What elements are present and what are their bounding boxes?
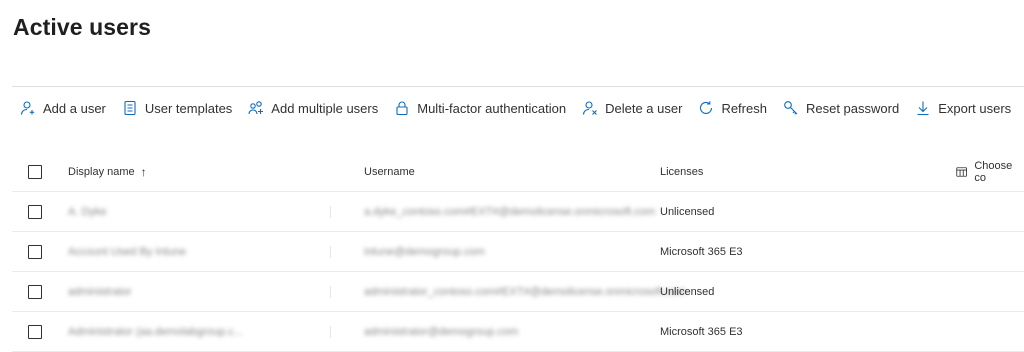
display-name[interactable]: Account Used By Intune — [68, 246, 186, 258]
row-checkbox[interactable] — [28, 204, 42, 219]
choose-columns-label: Choose co — [974, 159, 1013, 184]
more-options-button[interactable]: ··· — [1019, 100, 1024, 117]
users-table: Display name ↑ Username Licenses Choose … — [12, 152, 1024, 352]
table-row[interactable]: Account Used By Intune intune@demogroup.… — [12, 232, 1024, 272]
add-user-label: Add a user — [43, 100, 106, 116]
export-users-button[interactable]: Export users — [907, 92, 1019, 124]
refresh-button[interactable]: Refresh — [690, 92, 775, 124]
licenses-cell: Microsoft 365 E3 — [660, 312, 743, 351]
username: intune@demogroup.com — [364, 245, 485, 258]
license-value: Unlicensed — [660, 205, 715, 218]
display-name[interactable]: A. Dyke — [68, 206, 107, 218]
choose-columns-button[interactable]: Choose co — [956, 152, 1024, 191]
page-title: Active users — [13, 14, 151, 40]
add-user-icon — [20, 101, 35, 115]
reset-password-label: Reset password — [805, 100, 900, 116]
licenses-cell: Microsoft 365 E3 — [660, 232, 743, 271]
table-header-row: Display name ↑ Username Licenses Choose … — [12, 152, 1024, 192]
username-cell: administrator@demogroup.com — [364, 312, 518, 351]
table-row[interactable]: administrator administrator_contoso.com#… — [12, 272, 1024, 312]
refresh-icon — [700, 101, 713, 114]
multi-factor-authentication-label: Multi-factor authentication — [417, 100, 567, 116]
select-all-cell — [28, 152, 42, 191]
add-multiple-users-icon — [248, 101, 264, 115]
download-icon — [917, 101, 929, 116]
username-cell: a.dyke_contoso.com#EXT#@demolicense.onmi… — [364, 192, 655, 231]
reset-password-button[interactable]: Reset password — [775, 92, 907, 124]
delete-user-button[interactable]: Delete a user — [574, 92, 690, 124]
row-checkbox[interactable] — [28, 324, 42, 339]
row-checkbox[interactable] — [28, 244, 42, 259]
user-templates-button[interactable]: User templates — [114, 92, 240, 124]
username: administrator_contoso.com#EXT#@demolicen… — [364, 285, 687, 298]
multi-factor-authentication-button[interactable]: Multi-factor authentication — [386, 92, 574, 124]
licenses-cell: Unlicensed — [660, 272, 714, 311]
username-cell: administrator_contoso.com#EXT#@demolicen… — [364, 272, 686, 311]
column-separator — [330, 286, 331, 298]
delete-user-label: Delete a user — [605, 100, 683, 116]
column-separator — [330, 326, 331, 338]
toolbar-divider — [12, 86, 1024, 87]
table-row[interactable]: Administrator (aa.demolabgroup.c... admi… — [12, 312, 1024, 352]
key-icon — [784, 101, 798, 115]
license-value: Microsoft 365 E3 — [660, 245, 743, 258]
license-value: Unlicensed — [660, 285, 715, 298]
add-user-button[interactable]: Add a user — [12, 92, 114, 124]
template-icon — [124, 100, 136, 116]
command-toolbar: Add a user User templates Add multiple u… — [12, 88, 1024, 128]
column-separator — [330, 206, 331, 218]
licenses-cell: Unlicensed — [660, 192, 714, 231]
export-users-label: Export users — [938, 100, 1012, 116]
username-header-label: Username — [364, 165, 415, 178]
display-name[interactable]: administrator — [68, 286, 132, 298]
licenses-header-label: Licenses — [660, 165, 704, 178]
delete-user-icon — [583, 101, 597, 115]
add-multiple-users-label: Add multiple users — [271, 100, 379, 116]
display-name-header-label: Display name — [68, 165, 135, 178]
display-name-cell[interactable]: Administrator (aa.demolabgroup.c... — [68, 312, 243, 351]
display-name[interactable]: Administrator (aa.demolabgroup.c... — [68, 326, 243, 338]
display-name-cell[interactable]: A. Dyke — [68, 192, 107, 231]
username: administrator@demogroup.com — [364, 325, 519, 338]
column-header-licenses[interactable]: Licenses — [660, 152, 703, 191]
column-header-display-name[interactable]: Display name ↑ — [68, 152, 147, 191]
license-value: Microsoft 365 E3 — [660, 325, 743, 338]
display-name-cell[interactable]: Account Used By Intune — [68, 232, 186, 271]
username: a.dyke_contoso.com#EXT#@demolicense.onmi… — [364, 205, 656, 218]
refresh-label: Refresh — [721, 100, 767, 116]
column-separator — [330, 246, 331, 258]
add-multiple-users-button[interactable]: Add multiple users — [240, 92, 386, 124]
column-header-username[interactable]: Username — [364, 152, 415, 191]
display-name-cell[interactable]: administrator — [68, 272, 132, 311]
row-checkbox[interactable] — [28, 284, 42, 299]
user-templates-label: User templates — [144, 100, 233, 116]
username-cell: intune@demogroup.com — [364, 232, 485, 271]
sort-ascending-icon: ↑ — [140, 164, 147, 179]
table-row[interactable]: A. Dyke a.dyke_contoso.com#EXT#@demolice… — [12, 192, 1024, 232]
select-all-checkbox[interactable] — [28, 164, 42, 179]
lock-icon — [396, 101, 408, 116]
columns-icon — [956, 166, 967, 177]
